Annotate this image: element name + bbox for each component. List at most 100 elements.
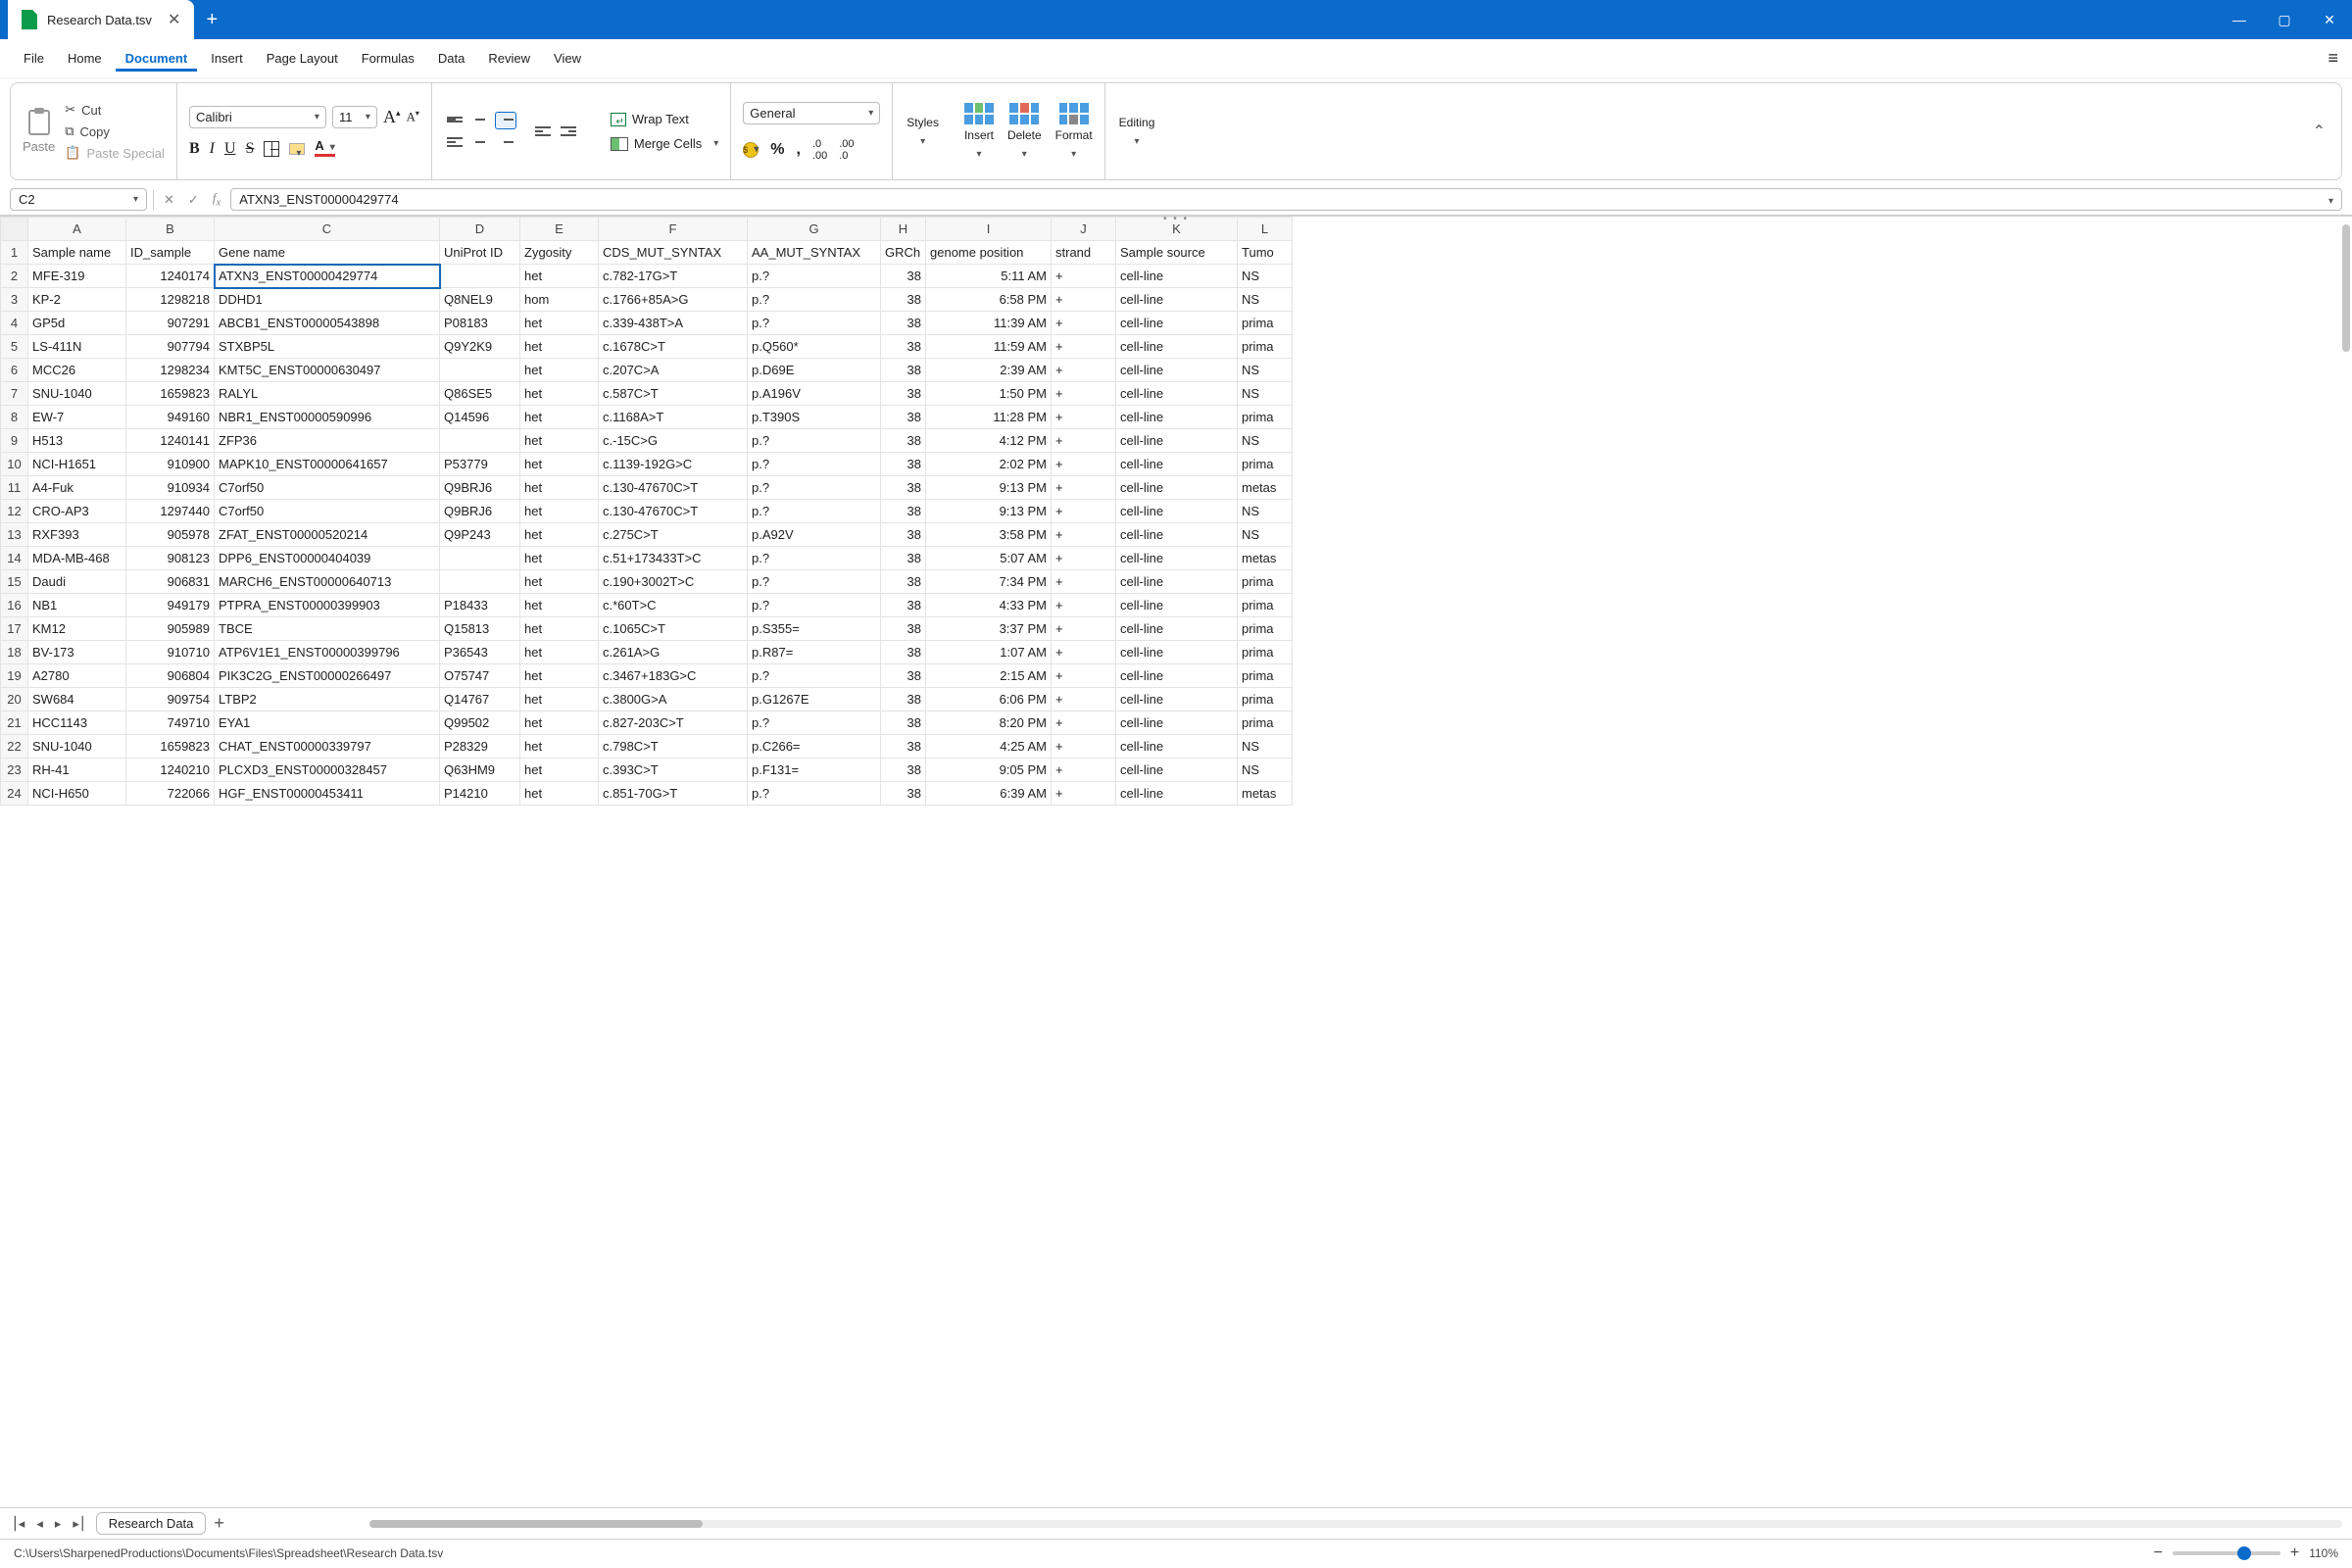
cell-C10[interactable]: MAPK10_ENST00000641657 <box>215 453 440 476</box>
cell-G23[interactable]: p.F131= <box>748 759 881 782</box>
cell-A16[interactable]: NB1 <box>28 594 126 617</box>
cell-H15[interactable]: 38 <box>881 570 926 594</box>
cell-H4[interactable]: 38 <box>881 312 926 335</box>
close-window-button[interactable]: ✕ <box>2307 0 2352 39</box>
cell-D16[interactable]: P18433 <box>440 594 520 617</box>
row-header-8[interactable]: 8 <box>1 406 28 429</box>
cell-C16[interactable]: PTPRA_ENST00000399903 <box>215 594 440 617</box>
cell-A6[interactable]: MCC26 <box>28 359 126 382</box>
cell-H14[interactable]: 38 <box>881 547 926 570</box>
cell-A24[interactable]: NCI-H650 <box>28 782 126 806</box>
row-header-4[interactable]: 4 <box>1 312 28 335</box>
cell-F20[interactable]: c.3800G>A <box>599 688 748 711</box>
cell-K15[interactable]: cell-line <box>1116 570 1238 594</box>
cell-I17[interactable]: 3:37 PM <box>926 617 1052 641</box>
decrease-indent[interactable] <box>532 122 554 140</box>
cell-I7[interactable]: 1:50 PM <box>926 382 1052 406</box>
cell-F12[interactable]: c.130-47670C>T <box>599 500 748 523</box>
menu-insert[interactable]: Insert <box>201 45 253 72</box>
decrease-decimal-button[interactable]: .00.0 <box>839 138 854 162</box>
cell-E15[interactable]: het <box>520 570 599 594</box>
cell-B12[interactable]: 1297440 <box>126 500 215 523</box>
cell-B2[interactable]: 1240174 <box>126 265 215 288</box>
cell-A5[interactable]: LS-411N <box>28 335 126 359</box>
cell-A15[interactable]: Daudi <box>28 570 126 594</box>
cell-E5[interactable]: het <box>520 335 599 359</box>
increase-indent[interactable] <box>558 122 579 140</box>
cell-I21[interactable]: 8:20 PM <box>926 711 1052 735</box>
cell-L6[interactable]: NS <box>1238 359 1293 382</box>
insert-cells-button[interactable]: Insert <box>964 103 994 160</box>
cell-D11[interactable]: Q9BRJ6 <box>440 476 520 500</box>
cell-L5[interactable]: prima <box>1238 335 1293 359</box>
cell-L4[interactable]: prima <box>1238 312 1293 335</box>
cell-A13[interactable]: RXF393 <box>28 523 126 547</box>
cell-B3[interactable]: 1298218 <box>126 288 215 312</box>
cell-F16[interactable]: c.*60T>C <box>599 594 748 617</box>
cell-B17[interactable]: 905989 <box>126 617 215 641</box>
cell-D7[interactable]: Q86SE5 <box>440 382 520 406</box>
cell-H2[interactable]: 38 <box>881 265 926 288</box>
header-cell[interactable]: GRCh <box>881 241 926 265</box>
header-cell[interactable]: strand <box>1052 241 1116 265</box>
shrink-font-icon[interactable]: A▾ <box>406 109 418 124</box>
cell-B9[interactable]: 1240141 <box>126 429 215 453</box>
cell-J21[interactable]: + <box>1052 711 1116 735</box>
cell-H3[interactable]: 38 <box>881 288 926 312</box>
cell-J23[interactable]: + <box>1052 759 1116 782</box>
cell-D3[interactable]: Q8NEL9 <box>440 288 520 312</box>
cell-L11[interactable]: metas <box>1238 476 1293 500</box>
copy-button[interactable]: ⧉Copy <box>65 123 165 139</box>
cell-D20[interactable]: Q14767 <box>440 688 520 711</box>
menu-data[interactable]: Data <box>428 45 474 72</box>
cell-H9[interactable]: 38 <box>881 429 926 453</box>
sheet-tab[interactable]: Research Data <box>96 1512 207 1535</box>
currency-button[interactable]: $ <box>743 142 759 158</box>
cell-C11[interactable]: C7orf50 <box>215 476 440 500</box>
cell-L3[interactable]: NS <box>1238 288 1293 312</box>
row-header-23[interactable]: 23 <box>1 759 28 782</box>
tab-close-icon[interactable]: ✕ <box>168 10 180 29</box>
merge-cells-button[interactable]: Merge Cells <box>611 136 718 151</box>
cell-D17[interactable]: Q15813 <box>440 617 520 641</box>
editing-button[interactable]: Editing <box>1119 116 1155 147</box>
header-cell[interactable]: ID_sample <box>126 241 215 265</box>
header-cell[interactable]: genome position <box>926 241 1052 265</box>
row-header-15[interactable]: 15 <box>1 570 28 594</box>
cell-D2[interactable] <box>440 265 520 288</box>
cell-I14[interactable]: 5:07 AM <box>926 547 1052 570</box>
cell-D10[interactable]: P53779 <box>440 453 520 476</box>
cell-E23[interactable]: het <box>520 759 599 782</box>
cell-F10[interactable]: c.1139-192G>C <box>599 453 748 476</box>
cell-J3[interactable]: + <box>1052 288 1116 312</box>
cell-E12[interactable]: het <box>520 500 599 523</box>
borders-button[interactable] <box>264 141 279 157</box>
cell-F2[interactable]: c.782-17G>T <box>599 265 748 288</box>
cell-G14[interactable]: p.? <box>748 547 881 570</box>
cell-F9[interactable]: c.-15C>G <box>599 429 748 453</box>
cell-B24[interactable]: 722066 <box>126 782 215 806</box>
cell-B13[interactable]: 905978 <box>126 523 215 547</box>
cell-H23[interactable]: 38 <box>881 759 926 782</box>
cell-F5[interactable]: c.1678C>T <box>599 335 748 359</box>
header-cell[interactable]: Sample name <box>28 241 126 265</box>
row-header-22[interactable]: 22 <box>1 735 28 759</box>
cell-B23[interactable]: 1240210 <box>126 759 215 782</box>
cell-E24[interactable]: het <box>520 782 599 806</box>
cell-B8[interactable]: 949160 <box>126 406 215 429</box>
cell-G12[interactable]: p.? <box>748 500 881 523</box>
cell-G6[interactable]: p.D69E <box>748 359 881 382</box>
cell-A4[interactable]: GP5d <box>28 312 126 335</box>
cell-K8[interactable]: cell-line <box>1116 406 1238 429</box>
cell-L9[interactable]: NS <box>1238 429 1293 453</box>
cell-F22[interactable]: c.798C>T <box>599 735 748 759</box>
document-tab[interactable]: Research Data.tsv ✕ <box>8 0 194 39</box>
bold-button[interactable]: B <box>189 140 200 158</box>
cell-F13[interactable]: c.275C>T <box>599 523 748 547</box>
cell-E22[interactable]: het <box>520 735 599 759</box>
cell-K23[interactable]: cell-line <box>1116 759 1238 782</box>
cell-G13[interactable]: p.A92V <box>748 523 881 547</box>
cell-K17[interactable]: cell-line <box>1116 617 1238 641</box>
cell-J5[interactable]: + <box>1052 335 1116 359</box>
cell-B14[interactable]: 908123 <box>126 547 215 570</box>
